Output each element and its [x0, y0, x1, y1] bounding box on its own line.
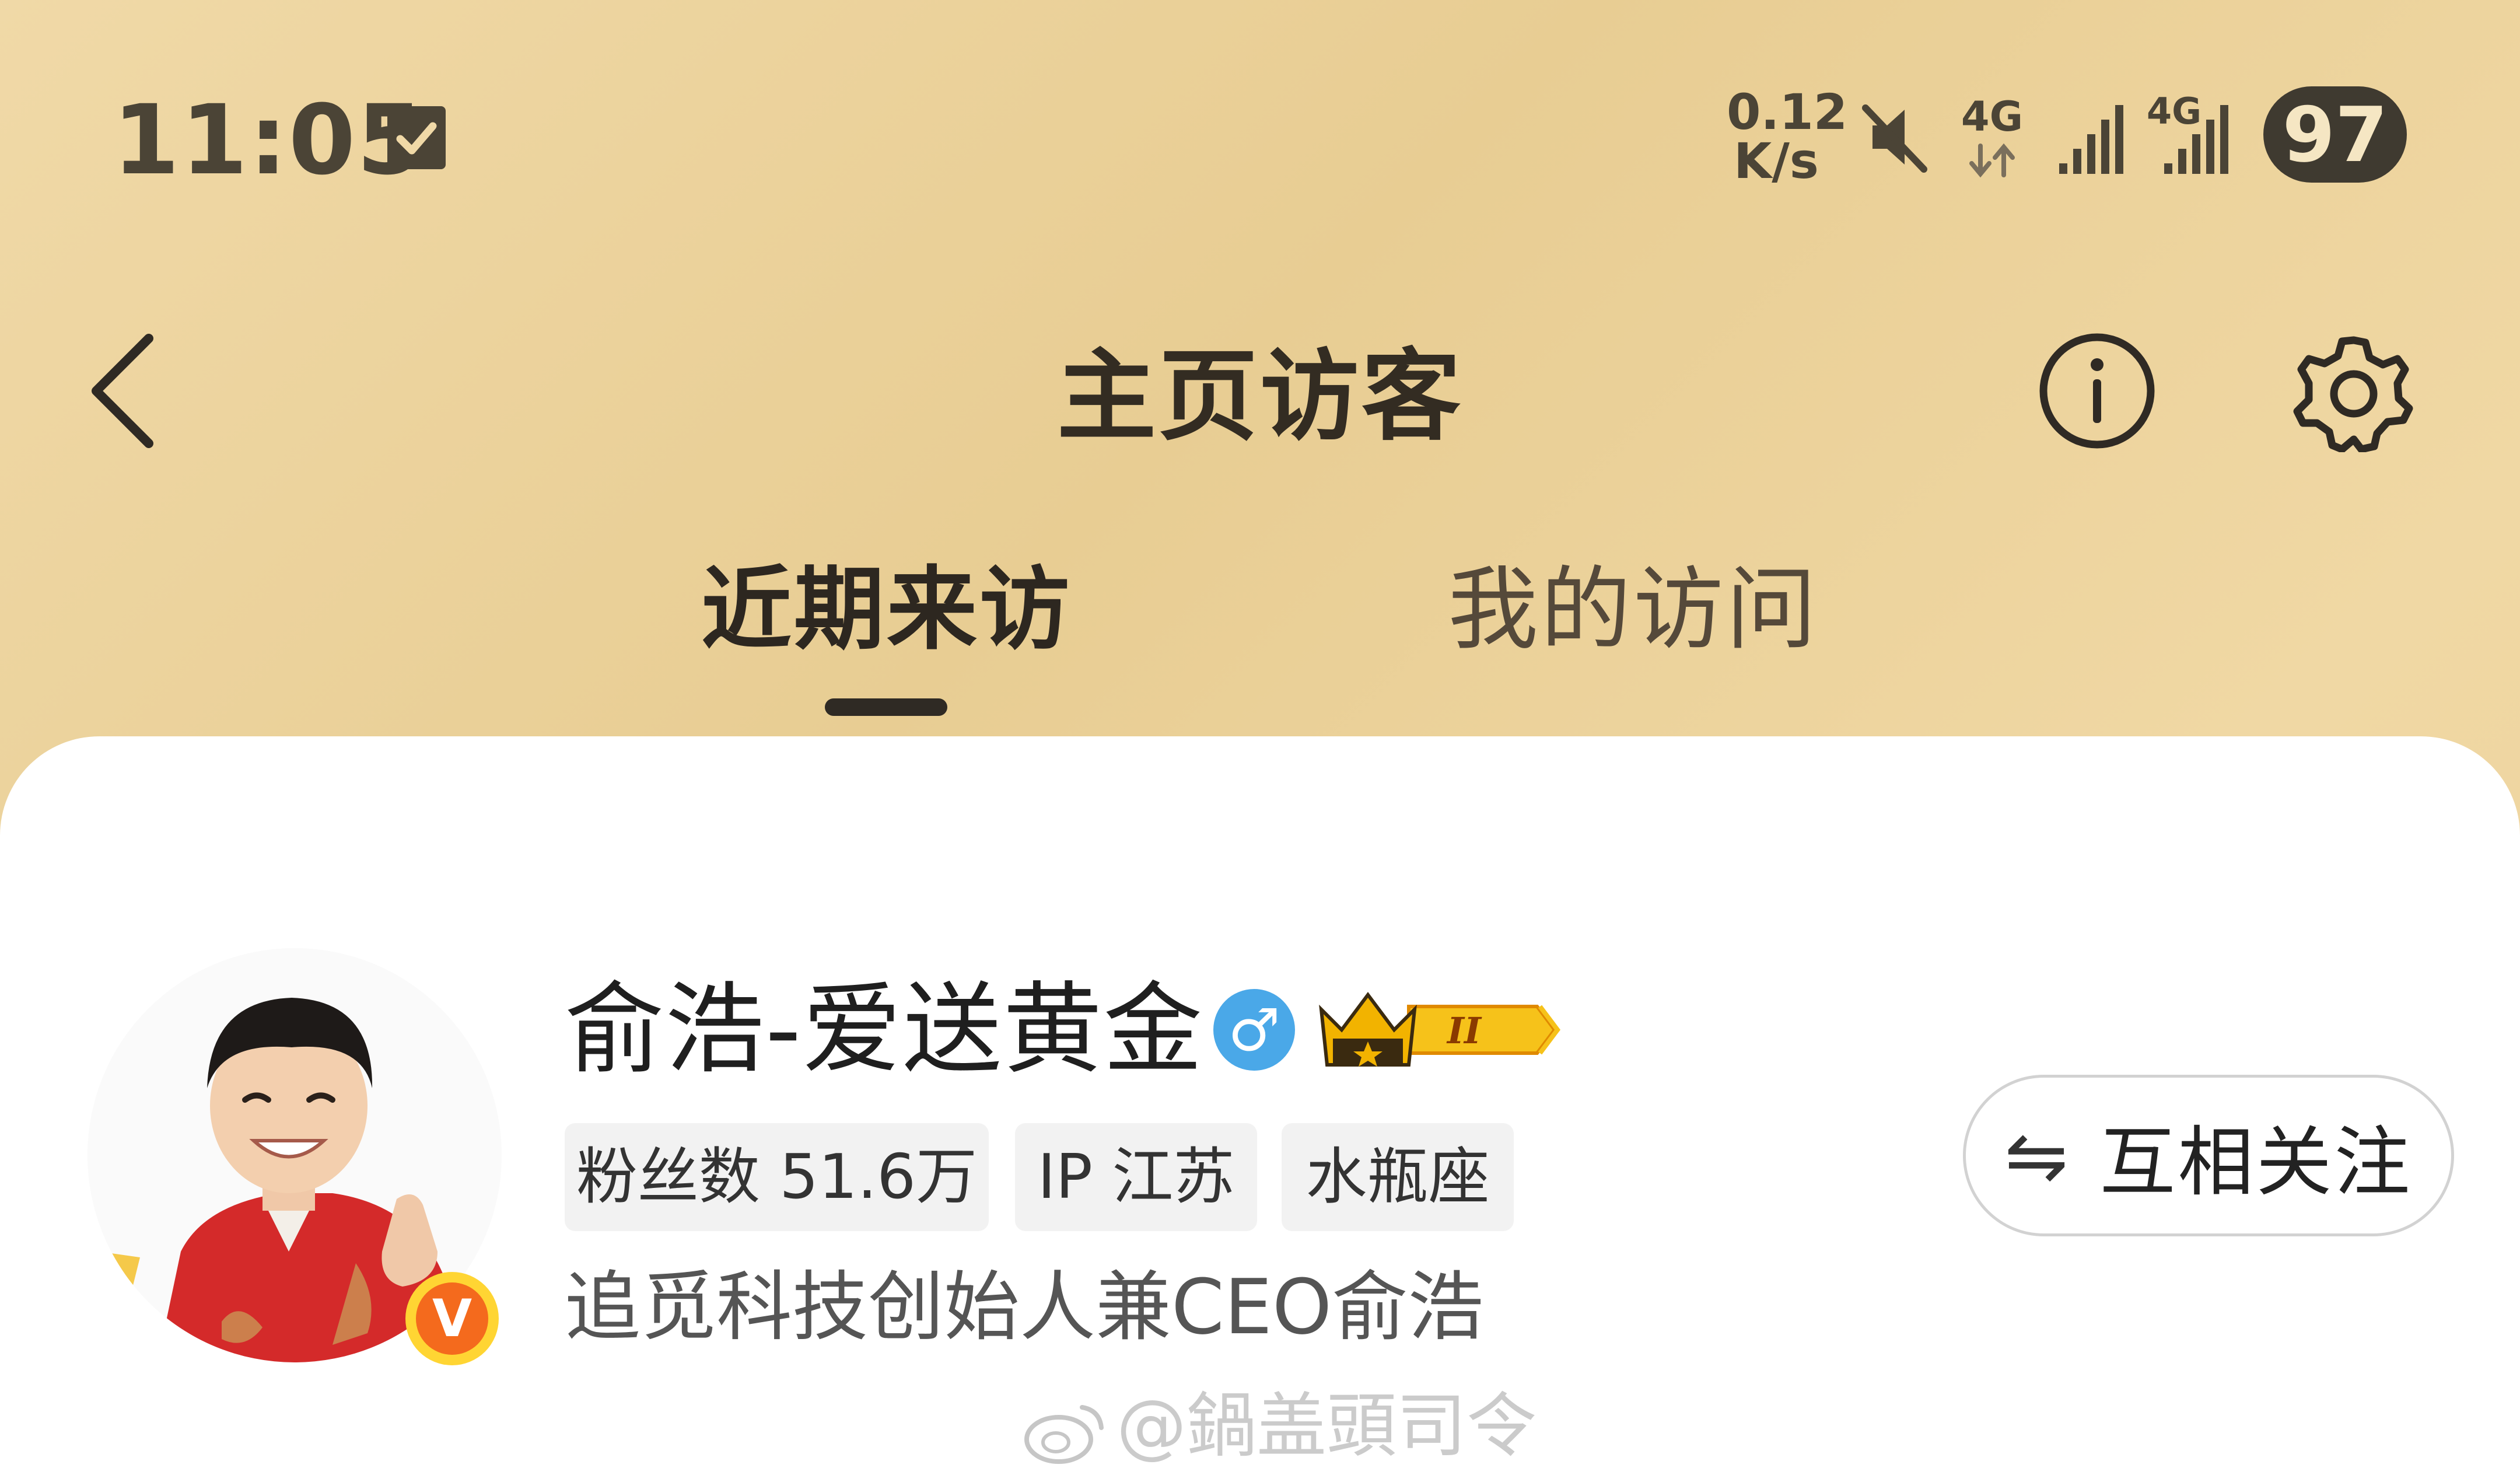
- level-badge-label: II: [1446, 1009, 1482, 1052]
- mutual-follow-label: 互相关注: [2099, 1117, 2413, 1207]
- status-time: 11:05: [113, 84, 425, 196]
- weibo-logo-icon: [1024, 1405, 1104, 1464]
- page-title: 主页访客: [1056, 339, 1463, 455]
- checkbox-icon: [387, 106, 446, 169]
- watermark: @鍋盖頭司令: [1021, 1383, 1536, 1470]
- verified-badge-label: V: [432, 1288, 472, 1348]
- network-speed-unit: K/s: [1734, 132, 1819, 190]
- network-speed: 0.12 K/s: [1727, 83, 1848, 190]
- info-icon[interactable]: [2036, 330, 2158, 452]
- male-gender-icon: ♂: [1213, 989, 1295, 1071]
- network-indicator: 4G: [1960, 93, 2024, 181]
- signal-icon: [2059, 105, 2123, 174]
- mute-icon: [1862, 104, 1927, 173]
- zodiac-tag: 水瓶座: [1282, 1123, 1514, 1231]
- fans-count-tag: 粉丝数 51.6万: [565, 1123, 989, 1231]
- battery-indicator: 97: [2263, 86, 2407, 183]
- gender-symbol: ♂: [1228, 996, 1280, 1064]
- signal-icon: [2164, 105, 2228, 174]
- mutual-follow-button[interactable]: ⇋ 互相关注: [1963, 1075, 2454, 1236]
- signal-indicator-2: 4G: [2147, 93, 2234, 175]
- tab-recent-visits[interactable]: 近期来访: [700, 554, 1073, 665]
- visitor-bio: 追觅科技创始人兼CEO俞浩: [565, 1263, 1484, 1351]
- network-arrows-icon: [1969, 143, 2015, 178]
- network-speed-value: 0.12: [1727, 83, 1848, 141]
- screen: 11:05 0.12 K/s 4G 4G 97 主页访客 近期来访 我的访问 V…: [0, 0, 2520, 1482]
- back-icon[interactable]: [82, 327, 163, 455]
- active-tab-indicator: [825, 698, 947, 716]
- visitor-name[interactable]: 俞浩-爱送黄金: [565, 969, 1203, 1091]
- swap-arrows-icon: ⇋: [2004, 1111, 2071, 1200]
- tab-my-visits[interactable]: 我的访问: [1447, 554, 1820, 665]
- ip-location-tag: IP 江苏: [1015, 1123, 1257, 1231]
- verified-badge-icon: V: [405, 1272, 499, 1365]
- settings-icon[interactable]: [2292, 330, 2415, 452]
- network-type-label: 4G: [1961, 93, 2024, 141]
- watermark-text: @鍋盖頭司令: [1116, 1386, 1536, 1467]
- crown-level-badge-icon: II: [1319, 992, 1560, 1067]
